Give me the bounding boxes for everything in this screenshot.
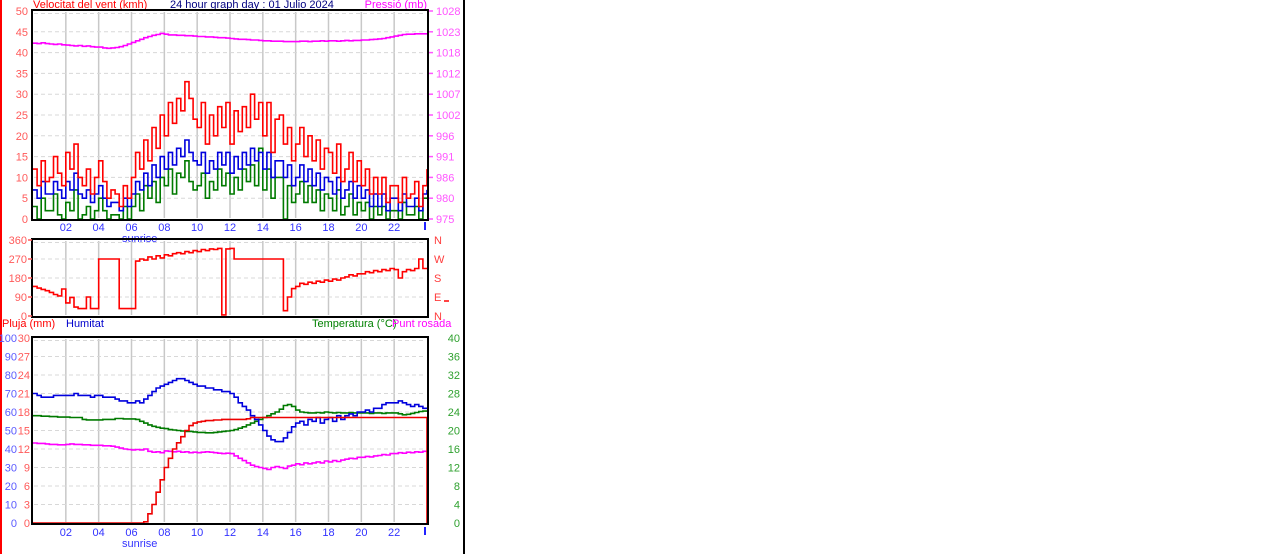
sunrise-label: sunrise	[122, 538, 157, 550]
left-axis-tick-label: 30	[5, 463, 17, 475]
right-axis-tick-label: 1012	[436, 68, 460, 80]
left-axis-tick-label: 10	[5, 500, 17, 512]
left2-axis-tick-label: 6	[24, 481, 30, 493]
x-axis-tick-label: 08	[158, 222, 170, 234]
right-axis-tick-label: 36	[448, 352, 460, 364]
left2-axis-tick-label: 18	[18, 407, 30, 419]
left-axis-tick-label: 90	[5, 352, 17, 364]
left-axis-tick-label: 45	[16, 27, 28, 39]
wind-pressure-chart: 5045403530252015105010281023101810121007…	[16, 6, 461, 245]
weather-charts-canvas: 5045403530252015105010281023101810121007…	[0, 6, 464, 550]
left-axis-tick-label: 25	[16, 110, 28, 122]
compass-label: N	[434, 235, 442, 247]
compass-label: N	[434, 311, 442, 323]
left2-axis-tick-label: 9	[24, 463, 30, 475]
x-axis-tick-label: 10	[191, 222, 203, 234]
right-axis-tick-label: 986	[436, 172, 454, 184]
axis-end-marker	[424, 222, 426, 230]
rain-humidity-temperature-chart: 1009080706050403020100302724211815129630…	[0, 333, 460, 550]
x-axis-tick-label: 20	[355, 222, 367, 234]
right-axis-tick-label: 32	[448, 370, 460, 382]
right-axis-tick-label: 16	[448, 444, 460, 456]
right-axis-tick-label: 1018	[436, 48, 460, 60]
right-axis-tick-label: 24	[448, 407, 460, 419]
left-axis-tick-label: 20	[16, 131, 28, 143]
x-axis-tick-label: 12	[224, 222, 236, 234]
left-axis-tick-label: 50	[5, 426, 17, 438]
left2-axis-tick-label: 0	[24, 518, 30, 530]
right-axis-tick-label: 1007	[436, 89, 460, 101]
left-axis-tick-label: 20	[5, 481, 17, 493]
right-axis-tick-label: 28	[448, 389, 460, 401]
x-axis-tick-label: 14	[257, 527, 269, 539]
x-axis-tick-label: 14	[257, 222, 269, 234]
left-axis-tick-label: 50	[16, 6, 28, 18]
left-axis-tick-label: 70	[5, 389, 17, 401]
right-axis-tick-label: 1028	[436, 6, 460, 18]
x-axis-tick-label: 10	[191, 527, 203, 539]
left-axis-tick-label: 60	[5, 407, 17, 419]
left2-axis-tick-label: 12	[18, 444, 30, 456]
x-axis-tick-label: 22	[388, 222, 400, 234]
axis-end-marker	[424, 527, 426, 535]
weather-dashboard: Velocitat del vent (kmh) 24 hour graph d…	[0, 0, 1280, 554]
x-axis-tick-label: 04	[93, 222, 105, 234]
left-axis-tick-label: 0	[11, 518, 17, 530]
right-axis-tick-label: 991	[436, 152, 454, 164]
x-axis-tick-label: 22	[388, 527, 400, 539]
left2-axis-tick-label: 21	[18, 389, 30, 401]
x-axis-tick-label: 20	[355, 527, 367, 539]
right-axis-tick-label: 12	[448, 463, 460, 475]
wind-direction-chart: 360270180900NWSEN	[9, 235, 449, 323]
left-axis-tick-label: 15	[16, 152, 28, 164]
left-axis-tick-label: 100	[0, 333, 17, 345]
x-axis-tick-label: 12	[224, 527, 236, 539]
left-axis-tick-label: 30	[16, 89, 28, 101]
x-axis-tick-label: 04	[93, 527, 105, 539]
x-axis-tick-label: 02	[60, 527, 72, 539]
right-axis-tick-label: 996	[436, 131, 454, 143]
right-axis-tick-label: 0	[454, 518, 460, 530]
x-axis-tick-label: 16	[290, 527, 302, 539]
right-axis-tick-label: 1002	[436, 110, 460, 122]
right-axis-tick-label: 975	[436, 214, 454, 226]
left-axis-tick-label: 270	[9, 254, 27, 266]
compass-label: E	[434, 292, 441, 304]
left-axis-tick-label: 35	[16, 68, 28, 80]
x-axis-tick-label: 02	[60, 222, 72, 234]
x-axis-tick-label: 08	[158, 527, 170, 539]
left-axis-tick-label: 180	[9, 273, 27, 285]
left-axis-tick-label: 40	[5, 444, 17, 456]
left-axis-tick-label: 40	[16, 48, 28, 60]
right-axis-tick-label: 40	[448, 333, 460, 345]
x-axis-tick-label: 18	[322, 527, 334, 539]
right-axis-tick-label: 4	[454, 500, 460, 512]
left2-axis-tick-label: 24	[18, 370, 30, 382]
x-axis-tick-label: 16	[290, 222, 302, 234]
left-axis-tick-label: 0	[21, 311, 27, 323]
right-axis-tick-label: 8	[454, 481, 460, 493]
left-axis-tick-label: 80	[5, 370, 17, 382]
right-axis-tick-label: 980	[436, 193, 454, 205]
x-axis-tick-label: 18	[322, 222, 334, 234]
right-axis-tick-label: 20	[448, 426, 460, 438]
compass-label: W	[434, 254, 445, 266]
left2-axis-tick-label: 27	[18, 352, 30, 364]
left-axis-tick-label: 5	[22, 193, 28, 205]
compass-label: S	[434, 273, 441, 285]
left-axis-tick-label: 90	[15, 292, 27, 304]
left-axis-tick-label: 360	[9, 235, 27, 247]
left2-axis-tick-label: 3	[24, 500, 30, 512]
left-axis-tick-label: 0	[22, 214, 28, 226]
right-axis-tick-label: 1023	[436, 27, 460, 39]
left2-axis-tick-label: 15	[18, 426, 30, 438]
left2-axis-tick-label: 30	[18, 333, 30, 345]
left-axis-tick-label: 10	[16, 172, 28, 184]
